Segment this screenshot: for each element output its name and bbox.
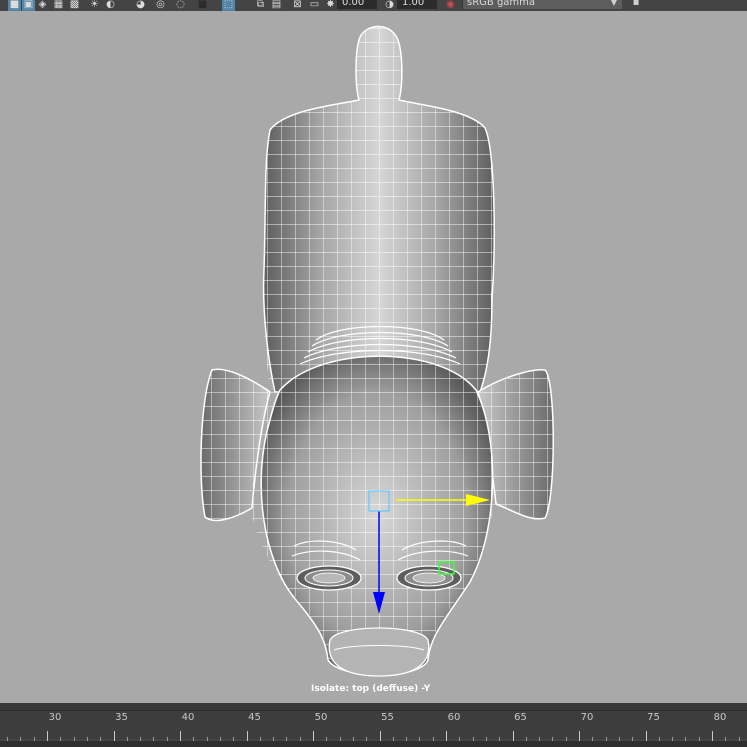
timeline-major-tick bbox=[579, 731, 580, 741]
timeline-tick-label: 30 bbox=[48, 712, 62, 723]
mesh-render[interactable] bbox=[0, 11, 747, 703]
timeline-tick-label: 45 bbox=[248, 712, 261, 723]
timeline-major-tick bbox=[379, 731, 381, 741]
timeline-tick-label: 35 bbox=[115, 712, 128, 723]
exposure-icon[interactable]: ✸ bbox=[324, 0, 337, 11]
timeline-major-tick bbox=[645, 731, 647, 741]
timeline-major-tick bbox=[712, 731, 713, 741]
shadows-icon[interactable]: ☀ bbox=[88, 0, 101, 11]
timeline-tick-label: 70 bbox=[580, 712, 594, 723]
chevron-down-icon: ▼ bbox=[610, 0, 617, 7]
left-eye-shape bbox=[296, 565, 362, 591]
motion-blur-icon[interactable]: ◕ bbox=[134, 0, 147, 11]
gate-mask-icon[interactable]: ■ bbox=[196, 0, 209, 11]
timeline-major-tick bbox=[446, 731, 447, 741]
resolution-gate-icon[interactable]: ⬚ bbox=[222, 0, 235, 11]
depth-of-field-icon[interactable]: ◌ bbox=[174, 0, 187, 11]
camera-hud-label: Isolate: top (deffuse) -Y bbox=[311, 684, 431, 694]
timeline-tick-label: 80 bbox=[713, 712, 727, 723]
view-transform-icon[interactable]: ◉ bbox=[444, 0, 457, 11]
lighting-icon[interactable]: ▩ bbox=[68, 0, 81, 11]
right-eye-shape bbox=[396, 565, 462, 591]
panel-toolbar: ■ ▣ ◈ ▦ ▩ ☀ ◐ ◕ ◎ ◌ ■ ⬚ ⧉ ▤ ⊠ ▭ ✸ 0.00 ◑… bbox=[0, 0, 747, 11]
timeline-major-tick bbox=[246, 731, 248, 741]
time-slider-footer bbox=[0, 741, 747, 747]
timeline-major-tick bbox=[512, 731, 514, 741]
textures-icon[interactable]: ▦ bbox=[52, 0, 65, 11]
film-gate-icon-2[interactable]: ▭ bbox=[308, 0, 321, 11]
safe-action-icon[interactable]: ⧉ bbox=[254, 0, 267, 11]
timeline-tick-label: 40 bbox=[181, 712, 195, 723]
xray-joints-icon[interactable]: ▣ bbox=[22, 0, 35, 11]
ambient-occlusion-icon[interactable]: ◐ bbox=[104, 0, 117, 11]
time-ruler[interactable]: 30 35 40 45 50 55 60 65 70 75 80 bbox=[0, 711, 747, 741]
exposure-field[interactable]: 0.00 bbox=[337, 0, 377, 9]
timeline-major-tick bbox=[313, 731, 314, 741]
muzzle-shape bbox=[328, 627, 430, 677]
wireframe-grid bbox=[200, 26, 554, 675]
color-space-label: sRGB gamma bbox=[467, 0, 536, 8]
xray-icon[interactable]: ◈ bbox=[36, 0, 49, 11]
time-slider-header bbox=[0, 703, 747, 711]
gamma-icon[interactable]: ◑ bbox=[383, 0, 396, 11]
timeline-tick-label: 75 bbox=[647, 712, 660, 723]
timeline-major-tick bbox=[47, 731, 48, 741]
timeline-tick-label: 60 bbox=[447, 712, 461, 723]
timeline-tick-label: 65 bbox=[514, 712, 527, 723]
antialias-icon[interactable]: ◎ bbox=[154, 0, 167, 11]
timeline-major-tick bbox=[180, 731, 181, 741]
isolate-select-icon[interactable]: ■ bbox=[8, 0, 21, 11]
time-slider[interactable]: 30 35 40 45 50 55 60 65 70 75 80 bbox=[0, 703, 747, 747]
gamma-field[interactable]: 1.00 bbox=[397, 0, 437, 9]
color-space-dropdown[interactable]: sRGB gamma ▼ bbox=[462, 0, 622, 9]
panel-end-icon[interactable]: ▪ bbox=[630, 0, 642, 10]
field-chart-icon[interactable]: ▤ bbox=[270, 0, 283, 11]
timeline-major-tick bbox=[113, 731, 115, 741]
timeline-tick-label: 50 bbox=[314, 712, 328, 723]
timeline-tick-label: 55 bbox=[381, 712, 394, 723]
film-gate-icon[interactable]: ⊠ bbox=[291, 0, 304, 11]
viewport-panel[interactable]: Isolate: top (deffuse) -Y bbox=[0, 11, 747, 703]
